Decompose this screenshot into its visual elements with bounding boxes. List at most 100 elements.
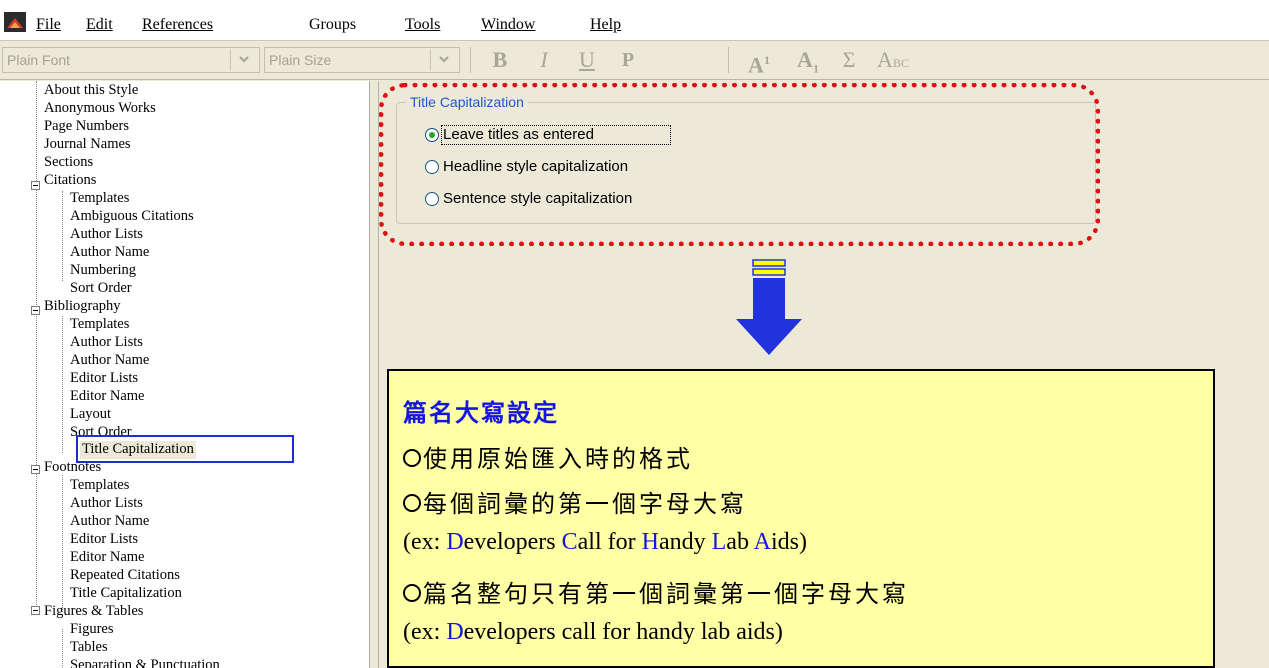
tree-item-citations-author-lists[interactable]: Author Lists (70, 226, 143, 244)
tree-item-bibliography-editor-lists[interactable]: Editor Lists (70, 370, 138, 388)
callout-option-3: 篇名整句只有第一個詞彙第一個字母大寫 (403, 574, 909, 609)
tree-item-label: Author Lists (70, 226, 143, 242)
callout-title: 篇名大寫設定 (403, 401, 559, 427)
tree-item-journal-names[interactable]: Journal Names (44, 136, 131, 154)
down-arrow-icon (736, 259, 802, 355)
tree-item-label: Journal Names (44, 136, 131, 152)
tree-item-footnotes-editor-name[interactable]: Editor Name (70, 549, 145, 567)
symbol-button[interactable]: Σ (834, 47, 864, 73)
tree-item-label: Editor Name (70, 388, 145, 404)
tree-item-label: Sort Order (70, 280, 132, 296)
callout-example-2: (ex: Developers call for handy lab aids) (403, 619, 783, 646)
italic-button[interactable]: I (527, 47, 561, 73)
style-tree[interactable]: About this Style Anonymous Works Page Nu… (0, 81, 370, 668)
tree-item-bibliography-templates[interactable]: Templates (70, 316, 129, 334)
tree-item-citations-author-name[interactable]: Author Name (70, 244, 149, 262)
tree-item-footnotes-author-lists[interactable]: Author Lists (70, 495, 143, 513)
subscript-button[interactable]: A1 (788, 47, 828, 76)
callout-option-3-text: 篇名整句只有第一個詞彙第一個字母大寫 (423, 582, 909, 608)
tree-item-footnotes-templates[interactable]: Templates (70, 477, 129, 495)
tree-item-label: Tables (70, 639, 108, 655)
footnotes-collapse-icon[interactable] (31, 465, 40, 474)
superscript-button[interactable]: A1 (739, 47, 779, 77)
menu-tools[interactable]: Tools (405, 16, 440, 34)
tree-item-citations-sort-order[interactable]: Sort Order (70, 280, 132, 298)
font-select-value: Plain Font (7, 52, 71, 68)
menu-help-label: Help (590, 16, 622, 33)
tree-item-bibliography[interactable]: Bibliography (44, 298, 121, 316)
size-dropdown-button[interactable] (430, 49, 458, 71)
example-prefix: (ex: (403, 529, 447, 555)
citations-collapse-icon[interactable] (31, 181, 40, 190)
menu-edit-label: Edit (86, 16, 113, 33)
menu-edit[interactable]: Edit (86, 16, 113, 34)
app-icon[interactable] (4, 12, 26, 32)
callout-option-2-text: 每個詞彙的第一個字母大寫 (423, 492, 747, 518)
menu-file[interactable]: File (36, 16, 61, 34)
circle-bullet-icon (403, 449, 421, 467)
menu-references[interactable]: References (142, 16, 213, 34)
callout-example-1: (ex: Developers Call for Handy Lab Aids) (403, 529, 807, 556)
example-cap-letter: D (446, 619, 464, 645)
tree-item-separation-punctuation[interactable]: Separation & Punctuation (70, 657, 220, 668)
tree-item-footnotes-editor-lists[interactable]: Editor Lists (70, 531, 138, 549)
tree-item-label: Figures & Tables (44, 603, 144, 619)
tree-item-tables[interactable]: Tables (70, 639, 108, 657)
tree-item-sections[interactable]: Sections (44, 154, 93, 172)
tree-item-anonymous-works[interactable]: Anonymous Works (44, 100, 156, 118)
pane-splitter[interactable] (370, 81, 379, 668)
tree-item-label: Anonymous Works (44, 100, 156, 116)
plain-button[interactable]: P (611, 47, 645, 73)
tree-item-label: Figures (70, 621, 114, 637)
tree-item-footnotes-author-name[interactable]: Author Name (70, 513, 149, 531)
tree-item-page-numbers[interactable]: Page Numbers (44, 118, 129, 136)
tree-item-citations[interactable]: Citations (44, 172, 96, 190)
tree-item-about-this-style[interactable]: About this Style (44, 82, 138, 100)
tree-item-label: Page Numbers (44, 118, 129, 134)
size-select[interactable]: Plain Size (264, 47, 460, 73)
menu-window[interactable]: Window (481, 16, 535, 34)
tree-item-label: Author Name (70, 513, 150, 529)
bold-button[interactable]: B (483, 47, 517, 73)
menu-tools-label: Tools (405, 16, 441, 33)
example-word: ab (726, 529, 754, 555)
menu-groups-label: Groups (309, 16, 357, 33)
tree-item-label: Numbering (70, 262, 137, 278)
font-select[interactable]: Plain Font (2, 47, 260, 73)
tree-item-layout[interactable]: Layout (70, 406, 111, 424)
tree-item-citations-templates[interactable]: Templates (70, 190, 129, 208)
example-cap-letter: A (753, 529, 771, 555)
tree-item-label: Layout (70, 406, 112, 422)
menu-groups[interactable]: Groups (309, 16, 356, 34)
figures-tables-collapse-icon[interactable] (31, 606, 40, 615)
tree-item-label: Templates (70, 316, 130, 332)
bibliography-collapse-icon[interactable] (31, 306, 40, 315)
tree-item-bibliography-author-lists[interactable]: Author Lists (70, 334, 143, 352)
tree-item-bibliography-author-name[interactable]: Author Name (70, 352, 149, 370)
menu-help[interactable]: Help (590, 16, 621, 34)
font-dropdown-button[interactable] (230, 49, 258, 71)
selected-item-highlight-box (76, 435, 294, 463)
tree-item-bibliography-editor-name[interactable]: Editor Name (70, 388, 145, 406)
tree-item-figures[interactable]: Figures (70, 621, 114, 639)
example-cap-letter: D (446, 529, 464, 555)
tree-item-label: Author Name (70, 244, 150, 260)
tree-item-label: Editor Name (70, 549, 145, 565)
tree-item-repeated-citations[interactable]: Repeated Citations (70, 567, 180, 585)
endnote-style-editor-window: File Edit References Groups Tools Window… (0, 0, 1269, 668)
tree-item-label: About this Style (44, 82, 139, 98)
tree-item-numbering[interactable]: Numbering (70, 262, 136, 280)
menu-file-label: File (36, 16, 61, 33)
red-dotted-highlight (379, 83, 1100, 246)
tree-item-label: Editor Lists (70, 531, 139, 547)
subscript-mark: 1 (812, 61, 819, 76)
smallcaps-button[interactable]: ABC (868, 47, 918, 73)
tree-item-label: Title Capitalization (70, 585, 182, 601)
underline-button[interactable]: U (570, 47, 604, 73)
example-word: evelopers (463, 529, 562, 555)
tree-item-label: Author Lists (70, 334, 143, 350)
tree-item-figures-tables[interactable]: Figures & Tables (44, 603, 143, 621)
smallcaps-a: A (877, 47, 893, 72)
tree-item-footnotes-title-capitalization[interactable]: Title Capitalization (70, 585, 182, 603)
tree-item-ambiguous-citations[interactable]: Ambiguous Citations (70, 208, 194, 226)
